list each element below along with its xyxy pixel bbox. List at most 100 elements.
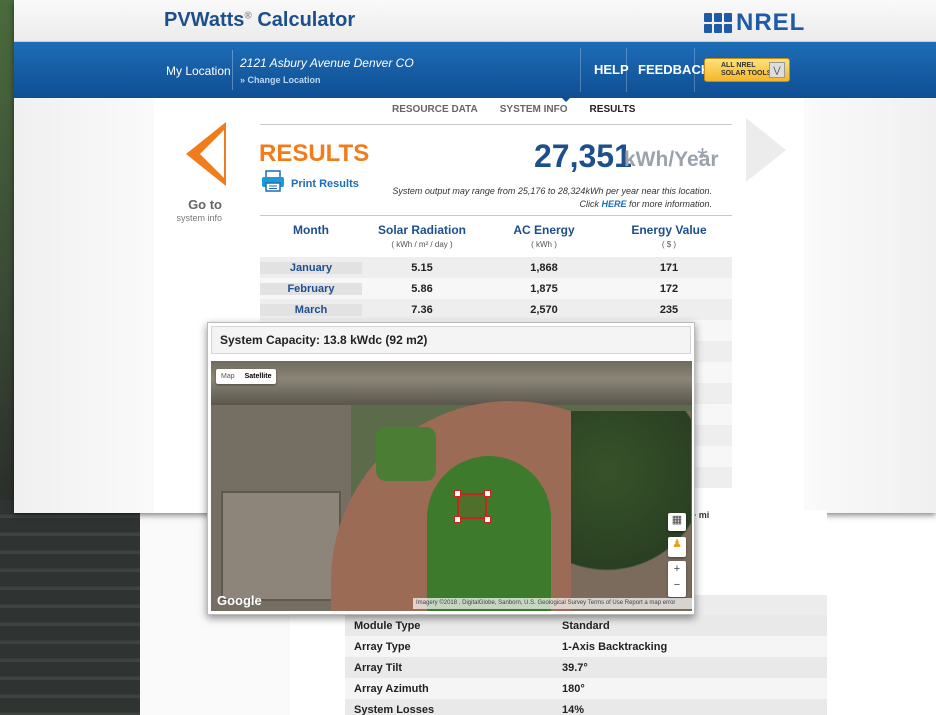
zoom-in-button[interactable]: + [668,561,686,577]
map-attribution: Imagery ©2018 , DigitalGlobe, Sanborn, U… [413,598,692,609]
divider [260,215,732,216]
cell-ac-energy: 2,570 [530,303,558,316]
help-link[interactable]: HELP [594,62,629,77]
row-value: 14% [562,703,585,715]
cell-radiation: 5.86 [411,282,433,295]
row-key: Module Type [354,619,421,632]
table-row: Array Type 1-Axis Backtracking [345,636,827,657]
table-row: System Losses 14% [345,699,827,715]
cell-month: February [260,282,362,295]
map-lawn [376,427,436,481]
cell-energy-value: 172 [659,282,679,295]
cell-ac-energy: 1,875 [530,282,558,295]
change-location-link[interactable]: » Change Location [240,75,321,85]
go-to-label[interactable]: Go to [182,197,222,212]
range-text: System output may range from 25,176 to 2… [392,186,712,196]
cell-energy-value: 235 [659,303,679,316]
row-key: System Losses [354,703,435,715]
more-info-text: for more information. [626,199,712,209]
back-row-strip [686,594,827,616]
cell-month: January [260,261,362,274]
system-capacity-title: System Capacity: 13.8 kWdc (92 m2) [220,333,428,347]
go-to-sub-label[interactable]: system info [169,213,222,223]
vertex-handle[interactable] [484,490,491,497]
nav-divider [232,50,233,90]
col-header-energy-value: Energy Value [631,223,707,237]
registered-mark: ® [244,10,252,22]
row-key: Array Tilt [354,661,403,674]
left-panel [14,98,154,513]
page-title: RESULTS [259,140,370,167]
cell-energy-value: 171 [659,261,679,274]
cell-month: March [260,303,362,316]
print-results-link[interactable]: Print Results [291,178,359,190]
pegman-icon[interactable]: ♟ [668,537,686,557]
printer-icon[interactable] [261,170,285,192]
map-type-map-button[interactable]: Map [216,369,240,384]
cell-ac-energy: 1,868 [530,261,558,274]
nrel-wordmark: NREL [736,9,806,36]
step-tabs: RESOURCE DATA SYSTEM INFO RESULTS [392,104,635,115]
map-building [221,491,341,601]
map-type-satellite-button[interactable]: Satellite [240,369,277,384]
array-outline[interactable] [457,493,487,519]
col-subheader-ac-energy: ( kWh ) [531,240,557,249]
feedback-link[interactable]: FEEDBACK [638,62,710,77]
background-texture [0,500,140,715]
divider [260,124,732,125]
google-logo: Google [217,593,262,608]
tab-resource-data[interactable]: RESOURCE DATA [392,104,478,115]
system-info-table: Module Type Standard Array Type 1-Axis Bac… [345,615,827,715]
active-tab-indicator [560,96,572,102]
vertex-handle[interactable] [454,490,461,497]
row-value: 39.7° [562,661,588,674]
right-panel [804,98,936,513]
map-lawn [427,456,551,611]
here-link[interactable]: HERE [601,199,626,209]
row-key: Array Type [354,640,411,653]
row-value: 180° [562,682,585,695]
table-row: February 5.86 1,875 172 [260,278,732,299]
col-subheader-solar-radiation: ( kWh / m² / day ) [391,240,453,249]
fullscreen-icon[interactable]: ▦ [668,513,686,531]
col-header-ac-energy: AC Energy [513,223,575,237]
zoom-out-button[interactable]: − [668,577,686,593]
nav-bar: My Location 2121 Asbury Avenue Denver CO… [14,42,936,98]
asterisk-note-icon: * [697,142,708,173]
col-subheader-energy-value: ( $ ) [661,240,677,249]
location-address: 2121 Asbury Avenue Denver CO [240,56,414,70]
table-row: January 5.15 1,868 171 [260,257,732,278]
annual-output-value: 27,351 [534,138,632,174]
map-road [211,361,692,405]
tools-label: ALL NREL SOLAR TOOLS [721,62,772,77]
col-header-solar-radiation: Solar Radiation [377,223,466,237]
all-nrel-solar-tools-button[interactable]: ALL NREL SOLAR TOOLS ⋁ [704,58,790,82]
click-text: Click [579,199,602,209]
top-bar: PVWatts® Calculator NREL [14,0,936,42]
nav-divider [580,48,581,92]
map-type-control: Map Satellite [216,369,277,384]
row-value: Standard [562,619,610,632]
app-title[interactable]: PVWatts® Calculator [164,9,355,32]
tab-system-info[interactable]: SYSTEM INFO [500,104,568,115]
brand-suffix: Calculator [251,9,356,31]
my-location-label: My Location [166,64,231,78]
back-page-fragment [695,510,827,595]
table-row: Array Tilt 39.7° [345,657,827,678]
next-arrow-icon [746,118,786,182]
cell-radiation: 5.15 [411,261,433,274]
row-value: 1-Axis Backtracking [562,640,668,653]
tab-results[interactable]: RESULTS [590,104,636,115]
brand-name: PVWatts [164,9,245,31]
chevron-down-icon: ⋁ [769,62,785,78]
nrel-mark-icon [704,13,732,33]
row-key: Array Azimuth [354,682,429,695]
nrel-logo[interactable]: NREL [704,9,805,37]
system-map-window[interactable]: System Capacity: 13.8 kWdc (92 m2) Map S… [207,322,695,615]
satellite-map[interactable]: Map Satellite ▦ ♟ + − Google Imagery ©20… [211,361,692,611]
vertex-handle[interactable] [484,516,491,523]
cell-radiation: 7.36 [411,303,433,316]
map-header: System Capacity: 13.8 kWdc (92 m2) [211,326,691,354]
vertex-handle[interactable] [454,516,461,523]
nav-divider [626,48,627,92]
